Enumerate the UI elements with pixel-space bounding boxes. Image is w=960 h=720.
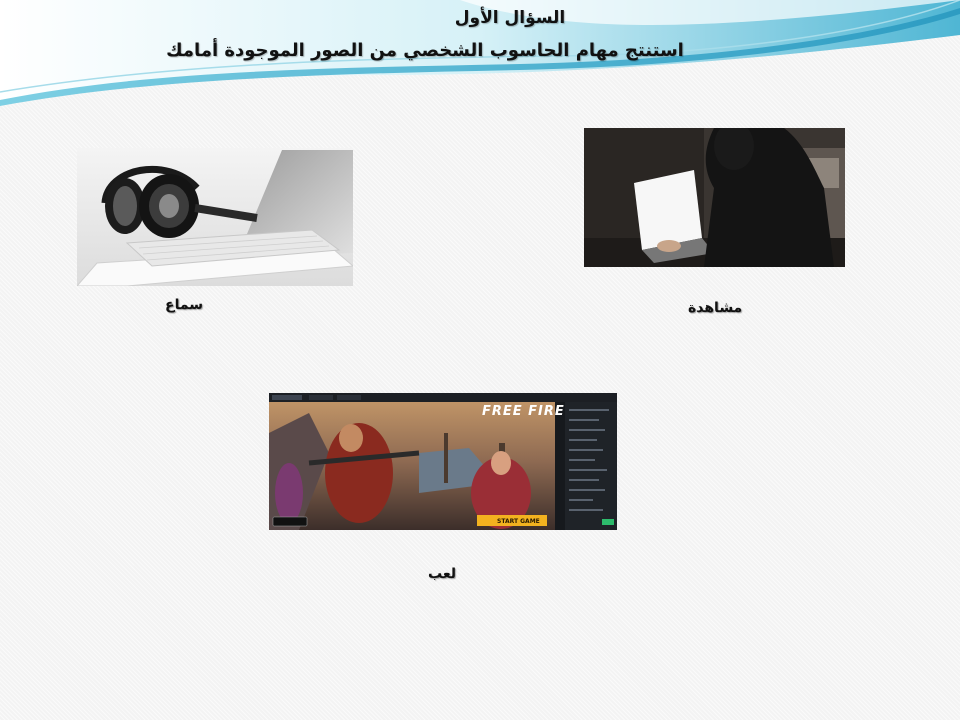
start-game-button: START GAME <box>497 518 540 525</box>
slide: السؤال الأول استنتج مهام الحاسوب الشخصي … <box>0 0 960 720</box>
headphones-laptop-photo <box>77 148 353 286</box>
game-screenshot: FREE FIRE START GAME <box>269 393 617 530</box>
game-logo: FREE FIRE <box>482 404 565 419</box>
slide-subtitle: استنتج مهام الحاسوب الشخصي من الصور المو… <box>166 40 684 61</box>
caption-watching: مشاهدة <box>688 300 743 316</box>
caption-playing: لعب <box>428 566 456 582</box>
person-at-laptop-photo <box>584 128 845 267</box>
slide-title: السؤال الأول <box>454 8 566 28</box>
caption-listening: سماع <box>165 297 203 313</box>
